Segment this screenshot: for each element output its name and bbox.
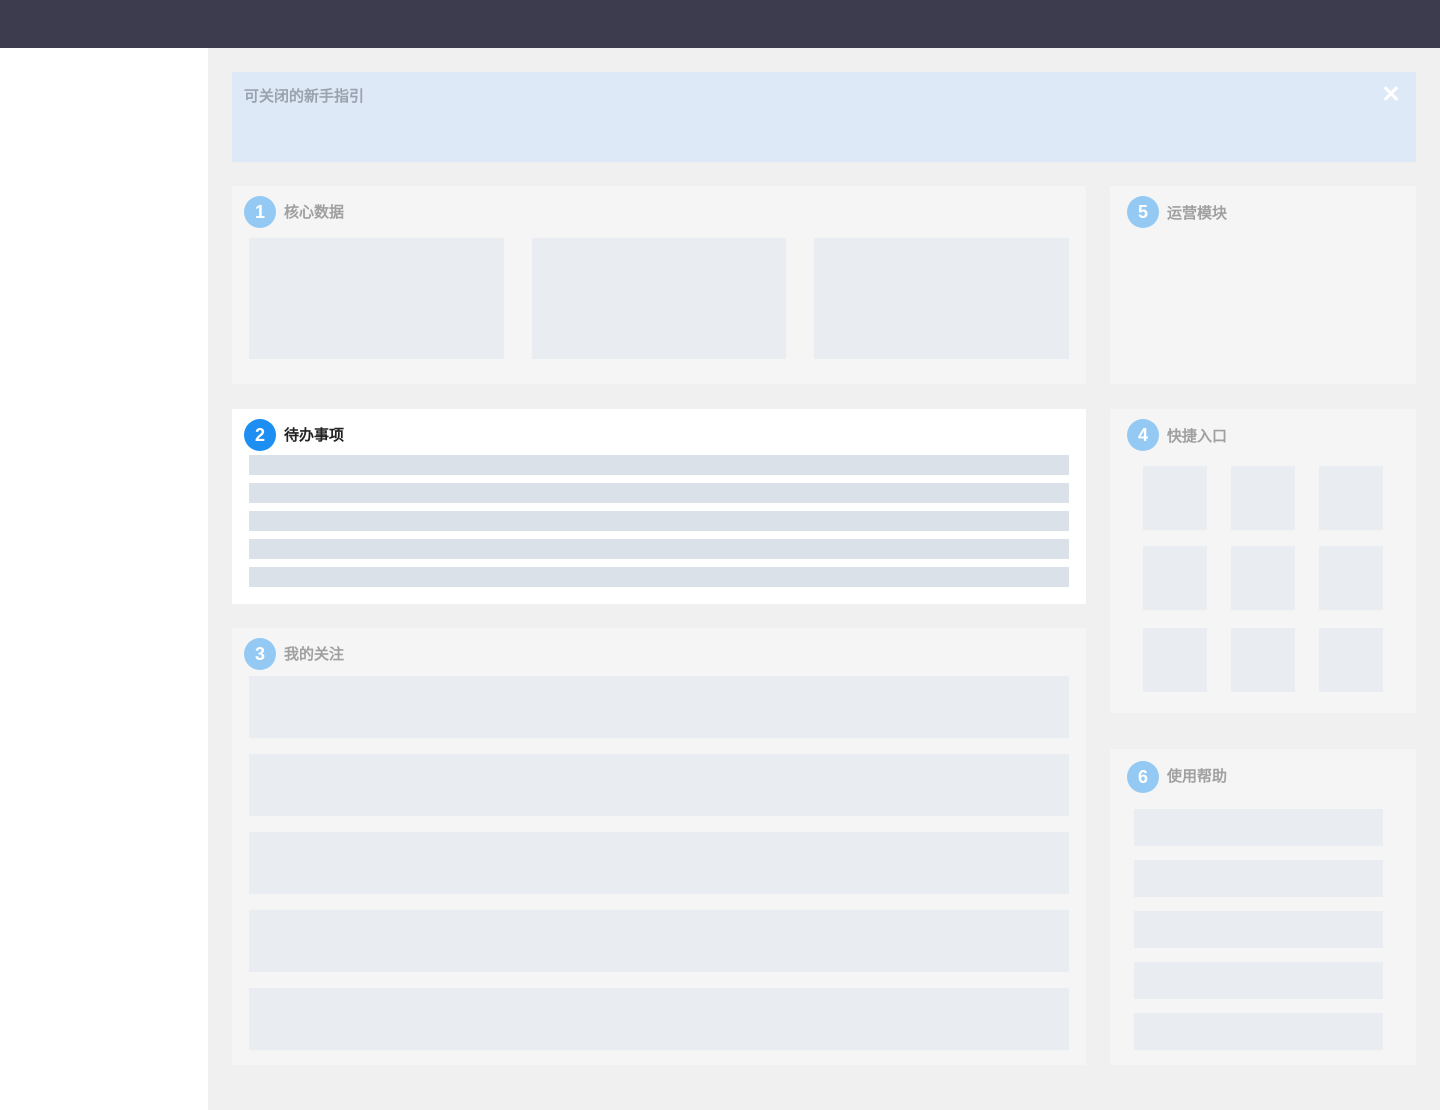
todo-row-placeholder (249, 567, 1069, 587)
shortcut-tile[interactable] (1143, 628, 1207, 692)
panel-title: 我的关注 (284, 645, 345, 663)
help-item-placeholder[interactable] (1134, 911, 1383, 948)
shortcut-tile[interactable] (1143, 546, 1207, 610)
panel-todo: 2 待办事项 (232, 409, 1086, 604)
guide-title: 可关闭的新手指引 (244, 87, 365, 105)
panel-operations: 5 运营模块 (1110, 186, 1416, 384)
shortcut-tile[interactable] (1231, 628, 1295, 692)
help-item-placeholder[interactable] (1134, 860, 1383, 897)
shortcut-tile[interactable] (1143, 466, 1207, 530)
shortcut-tile[interactable] (1231, 546, 1295, 610)
follow-item-placeholder (249, 988, 1069, 1050)
panel-number-badge: 3 (244, 638, 276, 670)
panel-number-badge: 5 (1127, 196, 1159, 228)
follow-item-placeholder (249, 832, 1069, 894)
todo-row-placeholder (249, 539, 1069, 559)
todo-row-placeholder (249, 511, 1069, 531)
panel-title: 核心数据 (284, 203, 345, 221)
follow-item-placeholder (249, 910, 1069, 972)
panel-title: 待办事项 (284, 426, 345, 444)
panel-title: 快捷入口 (1167, 427, 1228, 445)
todo-row-placeholder (249, 483, 1069, 503)
data-card-placeholder (532, 238, 786, 359)
panel-shortcuts: 4 快捷入口 (1110, 409, 1416, 713)
shortcut-tile[interactable] (1231, 466, 1295, 530)
shortcut-tile[interactable] (1319, 546, 1383, 610)
follow-item-placeholder (249, 676, 1069, 738)
panel-core-data: 1 核心数据 (232, 186, 1086, 384)
help-item-placeholder[interactable] (1134, 962, 1383, 999)
top-navigation-bar (0, 0, 1440, 48)
panel-my-follows: 3 我的关注 (232, 628, 1086, 1065)
panel-number-badge: 1 (244, 196, 276, 228)
todo-row-placeholder (249, 455, 1069, 475)
follow-item-placeholder (249, 754, 1069, 816)
panel-number-badge: 2 (244, 419, 276, 451)
data-card-placeholder (249, 238, 504, 359)
help-item-placeholder[interactable] (1134, 1013, 1383, 1050)
panel-title: 使用帮助 (1167, 767, 1228, 785)
panel-number-badge: 4 (1127, 419, 1159, 451)
sidebar (0, 48, 208, 1110)
data-card-placeholder (814, 238, 1069, 359)
help-item-placeholder[interactable] (1134, 809, 1383, 846)
shortcut-tile[interactable] (1319, 628, 1383, 692)
shortcut-tile[interactable] (1319, 466, 1383, 530)
panel-title: 运营模块 (1167, 204, 1228, 222)
panel-number-badge: 6 (1127, 761, 1159, 793)
close-icon[interactable] (1380, 82, 1402, 104)
panel-help: 6 使用帮助 (1110, 749, 1416, 1065)
onboarding-guide-banner: 可关闭的新手指引 (232, 72, 1416, 162)
